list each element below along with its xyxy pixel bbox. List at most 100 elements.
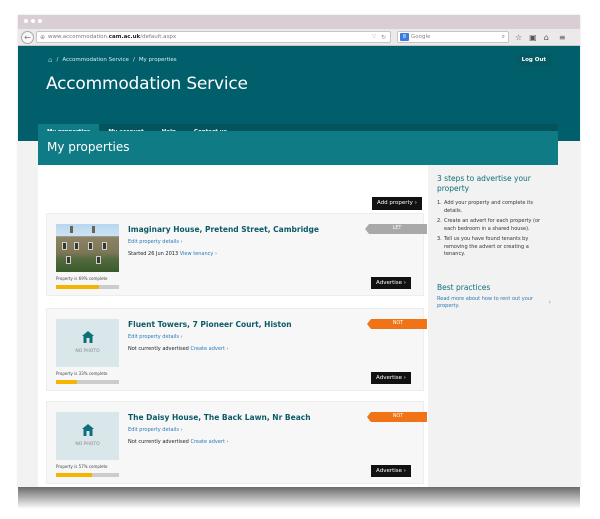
- breadcrumb-separator: /: [132, 57, 135, 63]
- home-icon[interactable]: ⌂: [48, 56, 52, 64]
- google-engine-icon[interactable]: 8: [400, 33, 409, 41]
- house-icon: [82, 331, 94, 343]
- search-icon[interactable]: ⌕: [502, 33, 505, 41]
- chevron-right-icon: ›: [403, 468, 406, 474]
- completion-progress-fill: [56, 473, 92, 477]
- advertise-label: Advertise: [376, 280, 403, 286]
- completion-progress-fill: [56, 380, 77, 384]
- chevron-right-icon: ›: [548, 298, 551, 306]
- step-item: 3. Tell us you have found tenants by remo…: [437, 236, 551, 259]
- house-icon: [82, 424, 94, 436]
- edit-property-label: Edit property details: [128, 239, 179, 245]
- browser-window: ← ⊕ www.accommodation. cam.ac.uk/default.…: [18, 15, 580, 487]
- url-prefix: www.accommodation.: [48, 34, 109, 40]
- completion-progress-bar: [56, 285, 119, 289]
- chevron-right-icon: ›: [180, 427, 183, 433]
- status-text: Started 26 Jun 2013: [128, 251, 179, 257]
- add-property-label: Add property: [377, 200, 413, 206]
- best-practices-link-label: Read more about how to rent out your pro…: [437, 295, 533, 310]
- step-text: Create an advert for each property (or e…: [444, 218, 541, 232]
- search-placeholder: Google: [411, 34, 431, 40]
- steps-list: 1. Add your property and complete its det…: [437, 200, 551, 259]
- sidebar-title: 3 steps to advertise your property: [437, 174, 531, 193]
- chevron-right-icon: ›: [414, 200, 417, 206]
- property-title[interactable]: The Daisy House, The Back Lawn, Nr Beach: [128, 413, 311, 422]
- step-number: 2.: [437, 218, 442, 224]
- view-tenancy-link[interactable]: View tenancy ›: [180, 251, 217, 257]
- window-shadow: [18, 487, 580, 509]
- chevron-right-icon: ›: [403, 280, 406, 286]
- status-ribbon-not-advertised: NOT ADVERTISED: [367, 319, 427, 329]
- page-banner: My properties: [38, 131, 558, 165]
- breadcrumb-item[interactable]: Accommodation Service: [62, 57, 129, 63]
- step-item: 2. Create an advert for each property (or…: [437, 218, 551, 233]
- completion-progress-bar: [56, 473, 119, 477]
- browser-toolbar: ← ⊕ www.accommodation. cam.ac.uk/default.…: [18, 29, 580, 46]
- property-card: NO PHOTO Property is 57% complete The Da…: [46, 401, 427, 484]
- property-title[interactable]: Imaginary House, Pretend Street, Cambrid…: [128, 225, 319, 234]
- clipboard-icon[interactable]: ▣: [529, 33, 537, 42]
- window-zoom-dot[interactable]: [38, 19, 42, 23]
- completion-progress-bar: [56, 380, 119, 384]
- best-practices-title: Best practices: [437, 282, 491, 292]
- window-minimize-dot[interactable]: [31, 19, 35, 23]
- url-suffix: /default.aspx: [140, 34, 177, 40]
- chevron-right-icon: ›: [180, 334, 183, 340]
- status-ribbon-not-advertised: NOT ADVERTISED: [367, 412, 427, 422]
- window-close-dot[interactable]: [24, 19, 28, 23]
- chevron-right-icon: ›: [226, 439, 229, 445]
- chevron-right-icon: ›: [180, 239, 183, 245]
- edit-property-link[interactable]: Edit property details ›: [128, 427, 183, 433]
- edit-property-link[interactable]: Edit property details ›: [128, 334, 183, 340]
- completion-text: Property is 69% complete: [56, 276, 108, 281]
- url-dropdown-icon[interactable]: ▽: [372, 34, 376, 40]
- advertise-label: Advertise: [376, 468, 403, 474]
- bookmark-star-icon[interactable]: ☆: [515, 33, 522, 42]
- page-title: My properties: [47, 140, 130, 154]
- reload-icon[interactable]: ↻: [381, 34, 386, 41]
- url-bar[interactable]: ⊕ www.accommodation. cam.ac.uk/default.as…: [36, 31, 391, 43]
- add-property-button[interactable]: Add property ›: [372, 197, 422, 210]
- step-number: 3.: [437, 236, 442, 242]
- sidebar: 3 steps to advertise your property 1. Add…: [430, 165, 558, 487]
- chevron-right-icon: ›: [214, 251, 217, 257]
- completion-text: Property is 57% complete: [56, 464, 108, 469]
- edit-property-label: Edit property details: [128, 427, 179, 433]
- status-text: Not currently advertised: [128, 439, 189, 445]
- property-card: NO PHOTO Property is 33% complete Fluent…: [46, 308, 427, 391]
- step-text: Add your property and complete its detai…: [444, 200, 533, 214]
- step-text: Tell us you have found tenants by removi…: [444, 236, 529, 257]
- search-bar[interactable]: 8 Google ⌕: [397, 31, 509, 43]
- advertise-button[interactable]: Advertise ›: [371, 277, 411, 289]
- advertise-label: Advertise: [376, 375, 403, 381]
- site-header: ⌂ / Accommodation Service / My propertie…: [18, 46, 580, 141]
- advertise-button[interactable]: Advertise ›: [371, 465, 411, 477]
- property-card: Property is 69% complete Imaginary House…: [46, 213, 427, 296]
- edit-property-link[interactable]: Edit property details ›: [128, 239, 183, 245]
- best-practices-link[interactable]: Read more about how to rent out your pro…: [437, 296, 551, 311]
- create-advert-link[interactable]: Create advert ›: [190, 439, 228, 445]
- advertise-button[interactable]: Advertise ›: [371, 372, 411, 384]
- no-photo-placeholder[interactable]: NO PHOTO: [56, 319, 119, 367]
- back-button[interactable]: ←: [21, 30, 34, 44]
- property-title[interactable]: Fluent Towers, 7 Pioneer Court, Histon: [128, 320, 292, 329]
- status-line: Not currently advertised Create advert ›: [128, 346, 229, 352]
- no-photo-label: NO PHOTO: [75, 349, 100, 354]
- step-item: 1. Add your property and complete its det…: [437, 200, 551, 215]
- edit-property-label: Edit property details: [128, 334, 179, 340]
- chevron-right-icon: ›: [226, 346, 229, 352]
- chevron-right-icon: ›: [403, 375, 406, 381]
- home-icon[interactable]: ⌂: [544, 33, 549, 42]
- status-line: Started 26 Jun 2013 View tenancy ›: [128, 251, 217, 257]
- site-title: Accommodation Service: [46, 74, 248, 94]
- property-photo[interactable]: [56, 224, 119, 272]
- breadcrumb-item: My properties: [138, 57, 177, 63]
- status-ribbon-let: LET: [365, 224, 427, 234]
- status-text: Not currently advertised: [128, 346, 189, 352]
- menu-icon[interactable]: ≡: [559, 33, 566, 42]
- no-photo-label: NO PHOTO: [75, 442, 100, 447]
- create-advert-link[interactable]: Create advert ›: [190, 346, 228, 352]
- status-line: Not currently advertised Create advert ›: [128, 439, 229, 445]
- no-photo-placeholder[interactable]: NO PHOTO: [56, 412, 119, 460]
- logout-button[interactable]: Log Out: [515, 54, 552, 66]
